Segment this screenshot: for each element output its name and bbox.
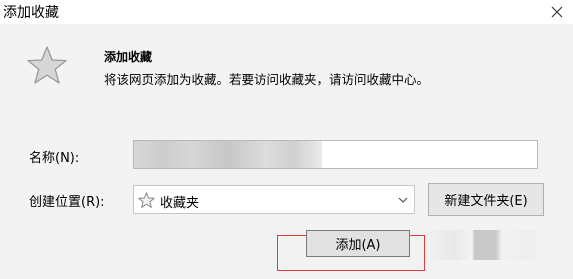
add-favorite-dialog: 添加收藏 添加收藏 将该网页添加为收藏。若要访问收藏夹，请访问收藏中心。 名称(… xyxy=(0,0,573,279)
header-panel: 添加收藏 将该网页添加为收藏。若要访问收藏夹，请访问收藏中心。 xyxy=(0,24,573,136)
cancel-button-redacted[interactable] xyxy=(430,230,550,260)
close-icon xyxy=(551,6,563,18)
header-title: 添加收藏 xyxy=(104,50,153,64)
name-input[interactable] xyxy=(134,141,537,168)
chevron-down-icon xyxy=(398,197,408,203)
header-description: 将该网页添加为收藏。若要访问收藏夹，请访问收藏中心。 xyxy=(104,72,430,87)
window-title: 添加收藏 xyxy=(3,5,59,21)
add-button[interactable]: 添加(A) xyxy=(306,230,410,257)
close-button[interactable] xyxy=(543,0,571,24)
name-label: 名称(N): xyxy=(29,151,80,166)
cancel-button-blur xyxy=(430,230,550,260)
name-field[interactable] xyxy=(133,140,538,169)
location-selected-value: 收藏夹 xyxy=(160,196,200,211)
new-folder-button[interactable]: 新建文件夹(E) xyxy=(428,183,544,216)
location-label: 创建位置(R): xyxy=(29,195,105,210)
star-icon xyxy=(138,192,155,208)
star-icon xyxy=(27,46,67,84)
location-dropdown[interactable]: 收藏夹 xyxy=(133,185,415,214)
title-bar: 添加收藏 xyxy=(0,0,573,24)
